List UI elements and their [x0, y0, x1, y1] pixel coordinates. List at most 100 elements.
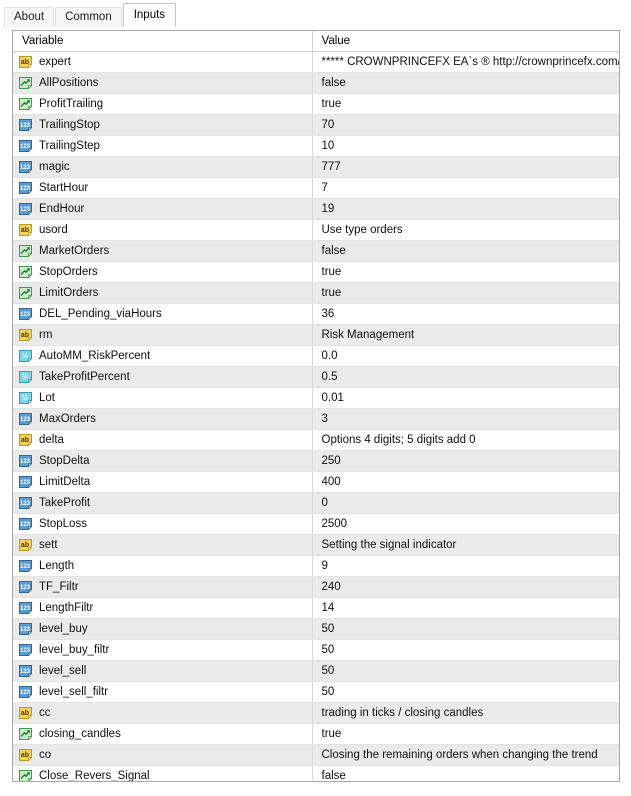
- table-row[interactable]: 123 Length 9: [13, 555, 619, 577]
- variable-cell[interactable]: ProfitTrailing: [13, 93, 313, 115]
- tab-common[interactable]: Common: [55, 7, 122, 27]
- value-cell[interactable]: 70: [312, 114, 619, 136]
- value-cell[interactable]: 250: [312, 450, 619, 472]
- table-row[interactable]: 123 TF_Filtr 240: [13, 576, 619, 598]
- variable-cell[interactable]: AllPositions: [13, 72, 313, 94]
- table-row[interactable]: Close_Revers_Signal false: [13, 765, 619, 781]
- variable-cell[interactable]: 123 EndHour: [13, 198, 313, 220]
- variable-cell[interactable]: 123 LengthFiltr: [13, 597, 313, 619]
- variable-cell[interactable]: ½ TakeProfitPercent: [13, 366, 313, 388]
- variable-cell[interactable]: 123 TF_Filtr: [13, 576, 313, 598]
- value-cell[interactable]: 36: [312, 303, 619, 325]
- table-row[interactable]: 123 LimitDelta 400: [13, 471, 619, 493]
- variable-cell[interactable]: 123 Length: [13, 555, 313, 577]
- value-cell[interactable]: 50: [312, 681, 619, 703]
- variable-cell[interactable]: LimitOrders: [13, 282, 313, 304]
- table-row[interactable]: AllPositions false: [13, 72, 619, 94]
- variable-cell[interactable]: ½ Lot: [13, 387, 313, 409]
- value-cell[interactable]: Risk Management: [312, 324, 619, 346]
- value-cell[interactable]: 3: [312, 408, 619, 430]
- variable-cell[interactable]: 123 StartHour: [13, 177, 313, 199]
- table-row[interactable]: 123 EndHour 19: [13, 198, 619, 220]
- value-cell[interactable]: 0.0: [312, 345, 619, 367]
- variable-cell[interactable]: ab co: [13, 744, 313, 766]
- value-cell[interactable]: 0.01: [312, 387, 619, 409]
- tab-inputs[interactable]: Inputs: [122, 3, 177, 27]
- variable-cell[interactable]: 123 LimitDelta: [13, 471, 313, 493]
- table-row[interactable]: 123 MaxOrders 3: [13, 408, 619, 430]
- value-cell[interactable]: ***** CROWNPRINCEFX EA`s ® http://crownp…: [312, 51, 619, 73]
- table-row[interactable]: 123 level_buy 50: [13, 618, 619, 640]
- variable-cell[interactable]: ab sett: [13, 534, 313, 556]
- value-cell[interactable]: trading in ticks / closing candles: [312, 702, 619, 724]
- value-cell[interactable]: 50: [312, 660, 619, 682]
- table-row[interactable]: ab co Closing the remaining orders when ch…: [13, 744, 619, 766]
- variable-cell[interactable]: 123 magic: [13, 156, 313, 178]
- table-row[interactable]: MarketOrders false: [13, 240, 619, 262]
- table-row[interactable]: ab cc trading in ticks / closing candles: [13, 702, 619, 724]
- variable-cell[interactable]: ab usord: [13, 219, 313, 241]
- table-row[interactable]: ab rm Risk Management: [13, 324, 619, 346]
- table-row[interactable]: closing_candles true: [13, 723, 619, 745]
- value-cell[interactable]: 240: [312, 576, 619, 598]
- table-row[interactable]: 123 magic 777: [13, 156, 619, 178]
- table-row[interactable]: 123 level_sell_filtr 50: [13, 681, 619, 703]
- value-cell[interactable]: 14: [312, 597, 619, 619]
- tab-about[interactable]: About: [4, 7, 55, 27]
- value-cell[interactable]: 0: [312, 492, 619, 514]
- value-cell[interactable]: Setting the signal indicator: [312, 534, 619, 556]
- variable-cell[interactable]: 123 level_sell: [13, 660, 313, 682]
- variable-cell[interactable]: 123 TrailingStep: [13, 135, 313, 157]
- value-cell[interactable]: false: [312, 72, 619, 94]
- table-row[interactable]: ab sett Setting the signal indicator: [13, 534, 619, 556]
- table-row[interactable]: 123 TrailingStop 70: [13, 114, 619, 136]
- value-cell[interactable]: 19: [312, 198, 619, 220]
- value-cell[interactable]: 7: [312, 177, 619, 199]
- table-row[interactable]: 123 level_sell 50: [13, 660, 619, 682]
- table-row[interactable]: ½ Lot 0.01: [13, 387, 619, 409]
- variable-cell[interactable]: ab delta: [13, 429, 313, 451]
- value-cell[interactable]: Closing the remaining orders when changi…: [312, 744, 619, 766]
- table-row[interactable]: 123 TrailingStep 10: [13, 135, 619, 157]
- variable-cell[interactable]: ab cc: [13, 702, 313, 724]
- variable-cell[interactable]: StopOrders: [13, 261, 313, 283]
- variable-cell[interactable]: Close_Revers_Signal: [13, 765, 313, 781]
- variable-cell[interactable]: 123 StopDelta: [13, 450, 313, 472]
- table-row[interactable]: 123 LengthFiltr 14: [13, 597, 619, 619]
- table-row[interactable]: ProfitTrailing true: [13, 93, 619, 115]
- value-cell[interactable]: 9: [312, 555, 619, 577]
- table-row[interactable]: ½ AutoMM_RiskPercent 0.0: [13, 345, 619, 367]
- value-cell[interactable]: false: [312, 765, 619, 781]
- table-row[interactable]: ½ TakeProfitPercent 0.5: [13, 366, 619, 388]
- column-header-variable[interactable]: Variable: [13, 31, 313, 52]
- table-row[interactable]: LimitOrders true: [13, 282, 619, 304]
- value-cell[interactable]: 0.5: [312, 366, 619, 388]
- variable-cell[interactable]: ab rm: [13, 324, 313, 346]
- table-row[interactable]: ab usord Use type orders: [13, 219, 619, 241]
- table-row[interactable]: 123 DEL_Pending_viaHours 36: [13, 303, 619, 325]
- value-cell[interactable]: 50: [312, 618, 619, 640]
- value-cell[interactable]: 2500: [312, 513, 619, 535]
- variable-cell[interactable]: 123 TrailingStop: [13, 114, 313, 136]
- value-cell[interactable]: true: [312, 261, 619, 283]
- table-row[interactable]: StopOrders true: [13, 261, 619, 283]
- value-cell[interactable]: true: [312, 723, 619, 745]
- variable-cell[interactable]: 123 level_buy: [13, 618, 313, 640]
- table-row[interactable]: ab delta Options 4 digits; 5 digits add 0: [13, 429, 619, 451]
- table-row[interactable]: 123 StopDelta 250: [13, 450, 619, 472]
- variable-cell[interactable]: 123 level_sell_filtr: [13, 681, 313, 703]
- value-cell[interactable]: true: [312, 282, 619, 304]
- table-row[interactable]: 123 StartHour 7: [13, 177, 619, 199]
- value-cell[interactable]: Use type orders: [312, 219, 619, 241]
- variable-cell[interactable]: 123 TakeProfit: [13, 492, 313, 514]
- variable-cell[interactable]: 123 level_buy_filtr: [13, 639, 313, 661]
- variable-cell[interactable]: ½ AutoMM_RiskPercent: [13, 345, 313, 367]
- value-cell[interactable]: 10: [312, 135, 619, 157]
- variable-cell[interactable]: MarketOrders: [13, 240, 313, 262]
- variable-cell[interactable]: 123 StopLoss: [13, 513, 313, 535]
- variable-cell[interactable]: 123 DEL_Pending_viaHours: [13, 303, 313, 325]
- value-cell[interactable]: true: [312, 93, 619, 115]
- variable-cell[interactable]: ab expert: [13, 51, 313, 73]
- table-row[interactable]: 123 TakeProfit 0: [13, 492, 619, 514]
- value-cell[interactable]: Options 4 digits; 5 digits add 0: [312, 429, 619, 451]
